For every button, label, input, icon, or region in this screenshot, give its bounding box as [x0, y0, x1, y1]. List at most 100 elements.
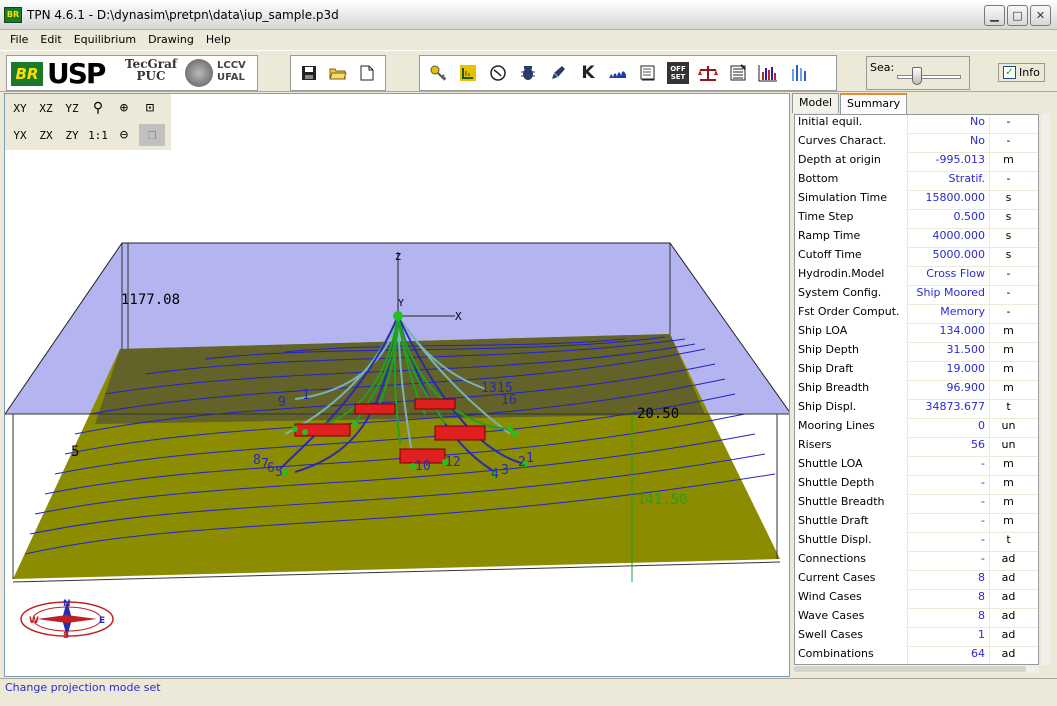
bar-chart-2-button[interactable]	[784, 59, 812, 87]
summary-unit: ad	[989, 647, 1027, 664]
clock-button[interactable]	[484, 59, 512, 87]
summary-unit: un	[989, 419, 1027, 438]
puc-logo-text: PUC	[136, 69, 166, 83]
axis-z-label: Z	[395, 252, 401, 263]
menu-help[interactable]: Help	[200, 33, 237, 46]
summary-row: Wave Cases 8 ad	[795, 609, 1038, 628]
view-yz-button[interactable]: YZ	[59, 97, 85, 119]
summary-unit: un	[989, 438, 1027, 457]
summary-value: 96.900	[907, 381, 989, 400]
view-xy-button[interactable]: XY	[7, 97, 33, 119]
balance-button[interactable]	[694, 59, 722, 87]
chart-h-button[interactable]	[454, 59, 482, 87]
save-button[interactable]	[295, 59, 322, 87]
summary-value: 15800.000	[907, 191, 989, 210]
status-bar: Change projection mode set	[0, 678, 1057, 698]
summary-label: Ship Depth	[795, 343, 907, 362]
sea-slider-track[interactable]	[897, 75, 961, 79]
3d-view-button[interactable]: ❒	[139, 124, 165, 146]
window-title: TPN 4.6.1 - D:\dynasim\pretpn\data\iup_s…	[27, 8, 339, 22]
summary-label: Ship Draft	[795, 362, 907, 381]
new-document-button[interactable]	[354, 59, 381, 87]
anchor-label: 2	[518, 455, 526, 470]
3d-viewport[interactable]: 1177.08 20.50 141.50 5 Z Y X 9 1 13 1 5 1…	[4, 93, 790, 677]
summary-unit: m	[989, 153, 1027, 172]
key-icon	[430, 65, 447, 81]
view-zx-button[interactable]: ZX	[33, 124, 59, 146]
summary-row: Connections - ad	[795, 552, 1038, 571]
zoom-fit-button[interactable]: ⊡	[137, 97, 163, 119]
anchor-label: 13	[481, 381, 497, 396]
usp-logo: USP	[47, 57, 106, 90]
menu-edit[interactable]: Edit	[34, 33, 67, 46]
app-icon[interactable]: BR	[4, 7, 22, 23]
bar-chart-2-icon	[792, 65, 806, 81]
summary-value: -	[907, 476, 989, 495]
sea-slider-thumb[interactable]	[912, 67, 922, 85]
menu-drawing[interactable]: Drawing	[142, 33, 200, 46]
summary-label: Shuttle Draft	[795, 514, 907, 533]
summary-label: Depth at origin	[795, 153, 907, 172]
3d-scene[interactable]: 1177.08 20.50 141.50 5 Z Y X 9 1 13 1 5 1…	[5, 94, 790, 677]
anchor-label: 9	[278, 395, 286, 410]
menu-equilibrium[interactable]: Equilibrium	[68, 33, 142, 46]
zoom-search-button[interactable]: ⚲	[85, 97, 111, 119]
summary-horizontal-scrollbar[interactable]	[794, 665, 1039, 673]
view-xz-button[interactable]: XZ	[33, 97, 59, 119]
close-button[interactable]: ✕	[1030, 5, 1051, 26]
list-button[interactable]	[724, 59, 752, 87]
summary-value: 31.500	[907, 343, 989, 362]
book-button[interactable]	[634, 59, 662, 87]
summary-label: Hydrodin.Model	[795, 267, 907, 286]
summary-row: Ship Depth 31.500 m	[795, 343, 1038, 362]
info-toggle[interactable]: ✓ Info	[998, 63, 1045, 82]
summary-label: Connections	[795, 552, 907, 571]
info-panel: Model Summary Initial equil. No - Curves Ch…	[792, 93, 1052, 677]
cube-icon: ❒	[147, 127, 157, 143]
menu-file[interactable]: File	[4, 33, 34, 46]
maximize-icon: □	[1012, 9, 1023, 22]
summary-unit: ad	[989, 571, 1027, 590]
k-button[interactable]: K	[574, 59, 602, 87]
waves-icon	[609, 71, 626, 79]
view-yx-button[interactable]: YX	[7, 124, 33, 146]
offset-button[interactable]: OFF SET	[664, 59, 692, 87]
summary-value: 8	[907, 590, 989, 609]
summary-label: Simulation Time	[795, 191, 907, 210]
anchor-label: 8	[253, 453, 261, 468]
view-1to1-button[interactable]: 1:1	[85, 124, 111, 146]
view-zy-button[interactable]: ZY	[59, 124, 85, 146]
compass-s: S	[63, 631, 69, 641]
open-button[interactable]	[324, 59, 351, 87]
summary-unit: -	[989, 172, 1027, 191]
zoom-out-button[interactable]: ⊖	[111, 124, 137, 146]
summary-row: Ship Displ. 34873.677 t	[795, 400, 1038, 419]
key-button[interactable]	[424, 59, 452, 87]
clock-icon	[490, 65, 506, 81]
tab-model[interactable]: Model	[792, 93, 840, 113]
summary-row: Initial equil. No -	[795, 115, 1038, 134]
coord-label: 141.50	[637, 492, 688, 508]
zoom-fit-icon: ⊡	[145, 100, 155, 116]
bug-button[interactable]	[514, 59, 542, 87]
maximize-button[interactable]: □	[1007, 5, 1028, 26]
summary-row: Mooring Lines 0 un	[795, 419, 1038, 438]
bar-chart-button[interactable]	[754, 59, 782, 87]
toolbar: BR USP TecGraf PUC LCCV UFAL K OFF SET S…	[0, 50, 1057, 92]
summary-scrollbar-thumb[interactable]	[794, 666, 1026, 672]
summary-value: 4000.000	[907, 229, 989, 248]
waves-button[interactable]	[604, 59, 632, 87]
compass-w: W	[29, 616, 39, 626]
pencil-button[interactable]	[544, 59, 572, 87]
open-folder-icon	[329, 68, 347, 80]
summary-label: Wind Cases	[795, 590, 907, 609]
title-bar: BR TPN 4.6.1 - D:\dynasim\pretpn\data\iu…	[0, 0, 1057, 30]
anchor-label: 12	[445, 455, 461, 470]
tab-summary[interactable]: Summary	[840, 93, 908, 114]
minimize-button[interactable]: ▁	[984, 5, 1005, 26]
info-checkbox[interactable]: ✓	[1003, 66, 1016, 79]
summary-value: 8	[907, 609, 989, 628]
summary-vertical-scrollbar[interactable]	[1041, 114, 1050, 665]
zoom-in-button[interactable]: ⊕	[111, 97, 137, 119]
sea-label: Sea:	[870, 61, 895, 74]
